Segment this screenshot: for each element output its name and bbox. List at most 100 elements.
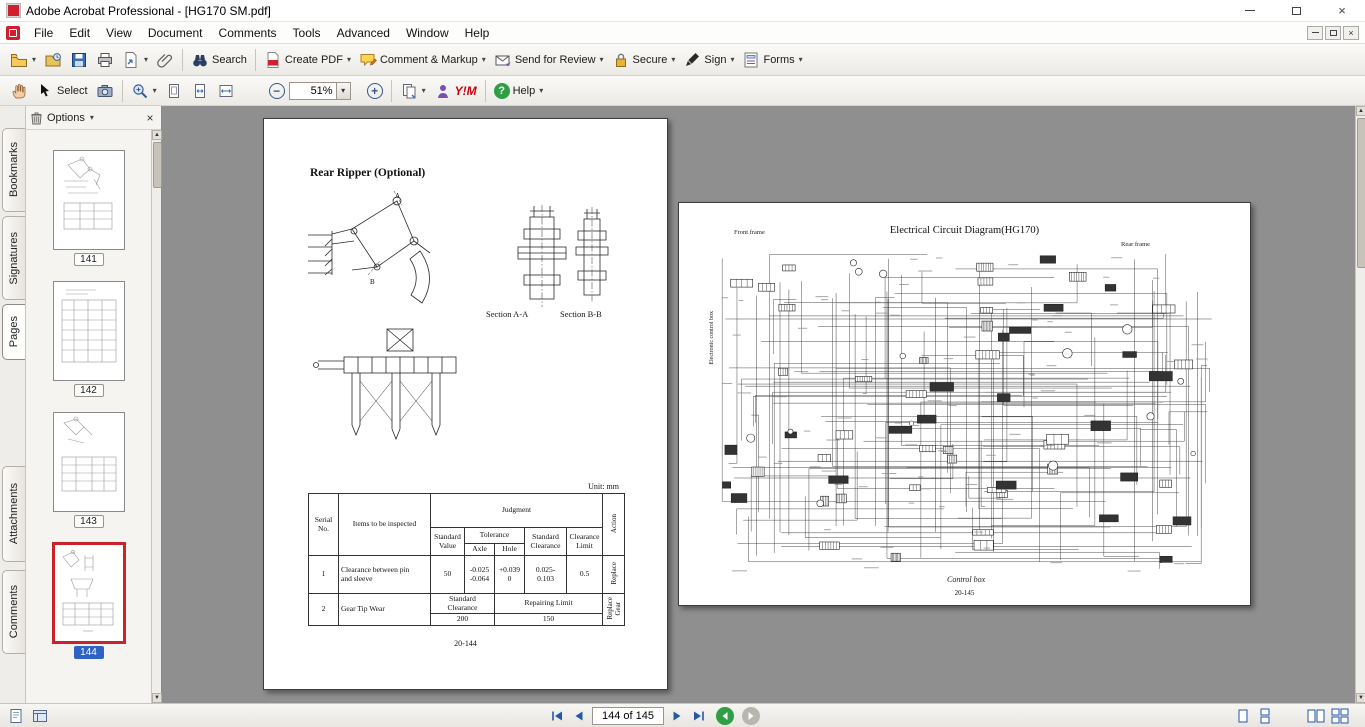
menu-document[interactable]: Document [140,24,211,42]
tab-attachments[interactable]: Attachments [2,466,25,562]
first-page-button[interactable] [548,707,566,725]
page145-footer: 20-145 [679,589,1250,597]
previous-view-button[interactable] [716,707,734,725]
yahoo-messenger-button[interactable]: Y!M [430,78,481,104]
send-review-button[interactable]: Send for Review ▾ [490,47,608,73]
menu-window[interactable]: Window [398,24,457,42]
snapshot-tool-button[interactable] [92,78,118,104]
create-pdf-button[interactable]: Create PDF ▾ [260,47,355,73]
hand-tool-button[interactable] [6,78,32,104]
organizer-icon [44,51,62,69]
search-button[interactable]: Search [187,47,251,73]
main-area: Bookmarks Signatures Pages Attachments C… [0,106,1365,703]
thumbnail-144[interactable]: 144 [26,543,151,659]
print-icon [96,51,114,69]
select-tool-button[interactable]: Select [32,78,92,104]
tab-signatures[interactable]: Signatures [2,216,25,300]
actual-size-icon [165,82,183,100]
sign-button[interactable]: Sign ▾ [679,47,738,73]
save-button[interactable] [66,47,92,73]
zoom-tool-button[interactable]: ▾ [127,78,161,104]
col-judgment: Judgment [431,494,603,528]
label-b: B [370,278,375,286]
doc-scroll-thumb[interactable] [1357,118,1365,268]
zoom-out-button[interactable]: − [265,78,289,104]
document-scrollbar[interactable]: ▲ ▼ [1355,106,1365,703]
zoom-in-button[interactable]: + [363,78,387,104]
single-page-button[interactable] [1235,708,1251,724]
table-row-1: 1 Clearance between pin and sleeve 50 -0… [309,556,625,594]
page-145[interactable]: Electrical Circuit Diagram(HG170) Front … [678,202,1251,606]
page-number-input[interactable] [592,707,664,725]
attach-button[interactable] [152,47,178,73]
next-page-button[interactable] [668,707,686,725]
fit-width-button[interactable] [213,78,239,104]
comment-markup-button[interactable]: Comment & Markup ▾ [355,47,490,73]
zoom-level-input[interactable] [289,82,337,100]
open-folder-icon [10,51,28,69]
trash-icon[interactable] [30,111,43,125]
panel-scroll-up[interactable]: ▲ [152,130,162,140]
doc-scroll-up[interactable]: ▲ [1356,106,1365,116]
zoom-dropdown-button[interactable]: ▾ [337,82,351,100]
mdi-close-button[interactable]: × [1343,26,1359,40]
panel-close-button[interactable]: × [143,111,157,125]
menu-advanced[interactable]: Advanced [329,24,398,42]
page-size-icon[interactable] [8,708,24,724]
minimize-button[interactable] [1227,0,1273,21]
page-layout-buttons [1235,708,1349,724]
previous-page-button[interactable] [570,707,588,725]
document-area[interactable]: Rear Ripper (Optional) [162,106,1355,703]
page-144[interactable]: Rear Ripper (Optional) [263,118,668,690]
help-button[interactable]: ? Help ▾ [490,78,548,104]
next-view-button[interactable] [742,707,760,725]
forms-icon [742,51,760,69]
menu-help[interactable]: Help [457,24,498,42]
secure-button[interactable]: Secure ▾ [608,47,680,73]
panel-scroll-down[interactable]: ▼ [152,693,162,703]
yahoo-messenger-icon [434,82,452,100]
continuous-button[interactable] [1257,708,1273,724]
organizer-button[interactable] [40,47,66,73]
ripper-drawings: A B [292,189,642,479]
tab-bookmarks[interactable]: Bookmarks [2,128,25,212]
export-button[interactable]: ▾ [118,47,152,73]
tab-comments[interactable]: Comments [2,570,25,654]
options-menu-button[interactable]: Options [47,112,85,124]
toolbar-separator [391,80,392,102]
doc-scroll-down[interactable]: ▼ [1356,693,1365,703]
menu-file[interactable]: File [26,24,61,42]
continuous-facing-button[interactable] [1331,708,1349,724]
page-display-button[interactable]: ▾ [396,78,430,104]
label-a: A [395,192,400,200]
close-button[interactable]: × [1319,0,1365,21]
menu-tools[interactable]: Tools [285,24,329,42]
panel-scroll-thumb[interactable] [153,142,162,188]
toolbar-separator [182,49,183,71]
status-bar [0,703,1365,727]
page144-footer: 20-144 [264,639,667,648]
thumbnail-141[interactable]: 141 [26,150,151,266]
tab-pages[interactable]: Pages [2,304,25,360]
mdi-minimize-button[interactable] [1307,26,1323,40]
thumbnail-142[interactable]: 142 [26,281,151,397]
window-options-icon[interactable] [32,708,48,724]
thumbnail-143[interactable]: 143 [26,412,151,528]
menu-view[interactable]: View [98,24,140,42]
menu-comments[interactable]: Comments [211,24,285,42]
col-items: Items to be inspected [339,494,431,556]
magnifier-plus-icon [131,82,149,100]
maximize-button[interactable] [1273,0,1319,21]
menu-edit[interactable]: Edit [61,24,98,42]
mdi-restore-button[interactable] [1325,26,1341,40]
thumbnail-label-142: 142 [74,384,104,397]
print-button[interactable] [92,47,118,73]
facing-button[interactable] [1307,708,1325,724]
open-button[interactable]: ▾ [6,47,40,73]
last-page-button[interactable] [690,707,708,725]
panel-scrollbar[interactable]: ▲ ▼ [151,130,161,703]
hand-icon [10,82,28,100]
fit-page-button[interactable] [187,78,213,104]
actual-size-button[interactable] [161,78,187,104]
forms-button[interactable]: Forms ▾ [738,47,806,73]
